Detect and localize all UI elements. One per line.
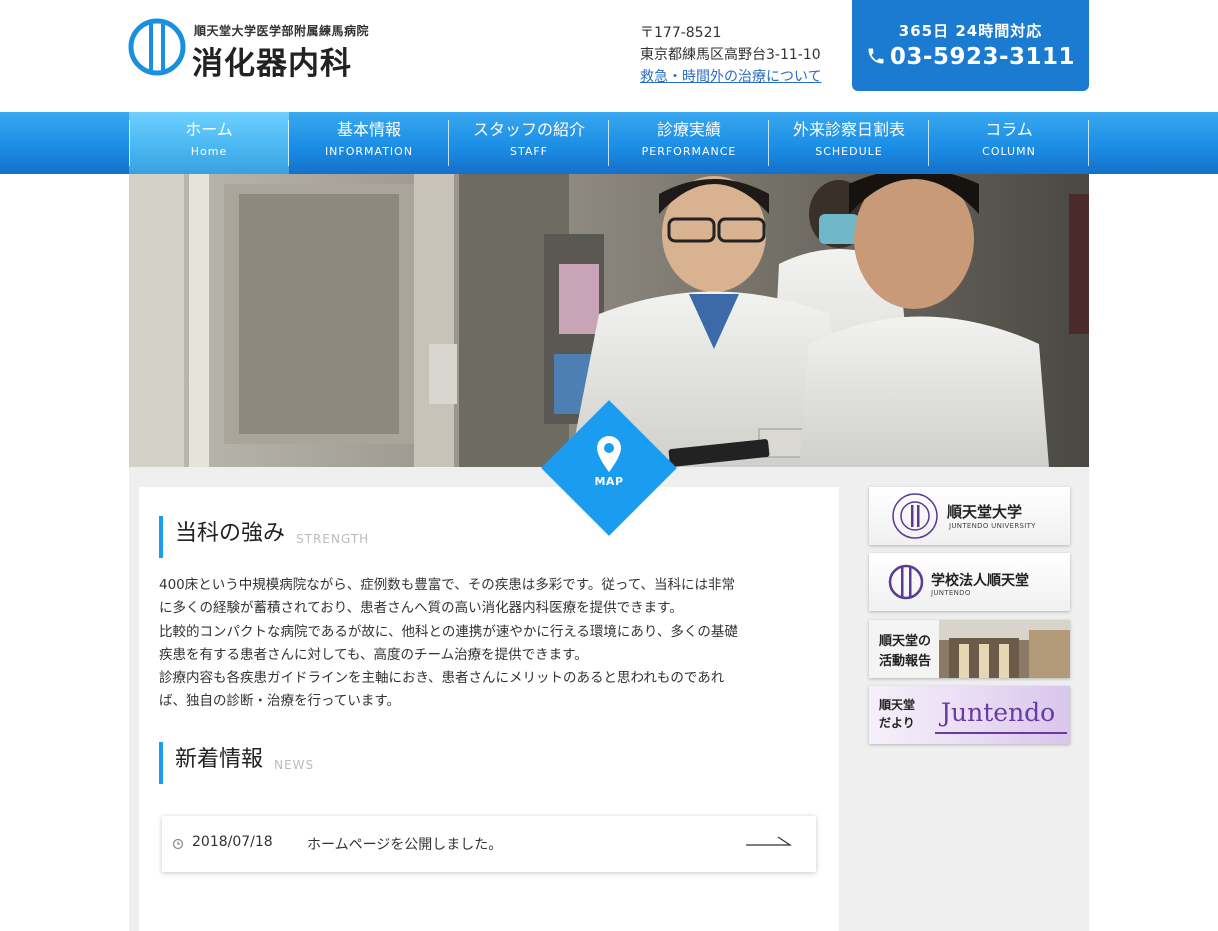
tel-number-row: 03-5923-3111: [852, 44, 1089, 70]
news-date: 2018/07/18: [192, 834, 273, 850]
wordmark-underline: [935, 732, 1067, 734]
nav-sublabel: Home: [190, 145, 228, 158]
banner-title-line1: 順天堂の: [879, 634, 932, 649]
street-address: 東京都練馬区高野台3-11-10: [640, 47, 821, 63]
banner-subtitle: JUNTENDO UNIVERSITY: [949, 522, 1036, 530]
news-heading: 新着情報 NEWS: [159, 742, 314, 784]
clock-icon: [172, 838, 184, 850]
banner-title-line2: だより: [879, 716, 915, 730]
strength-body: 400床という中規模病院ながら、症例数も豊富で、その疾患は多彩です。従って、当科…: [159, 574, 819, 714]
strength-line: に多くの経験が蓄積されており、患者さんへ質の高い消化器内科医療を提供できます。: [159, 600, 683, 617]
address-block: 〒177-8521 東京都練馬区高野台3-11-10 救急・時間外の治療について: [640, 22, 822, 88]
nav-item-column[interactable]: コラム COLUMN: [929, 112, 1089, 174]
nav-sublabel: INFORMATION: [324, 145, 414, 158]
nav-item-information[interactable]: 基本情報 INFORMATION: [289, 112, 449, 174]
nav-item-staff[interactable]: スタッフの紹介 STAFF: [449, 112, 609, 174]
juntendo-wordmark: Juntendo: [941, 698, 1056, 727]
postal-code: 〒177-8521: [640, 25, 722, 41]
banner-juntendo-school[interactable]: 学校法人順天堂 JUNTENDO: [869, 553, 1070, 611]
banner-title-line1: 順天堂: [879, 698, 916, 712]
nav-item-schedule[interactable]: 外来診察日割表 SCHEDULE: [769, 112, 929, 174]
banner-title-line2: 活動報告: [879, 654, 932, 669]
map-pin-icon: [597, 436, 621, 472]
nav-label: 基本情報: [336, 120, 401, 139]
tel-number: 03-5923-3111: [889, 44, 1076, 70]
banner-title: 順天堂大学: [947, 503, 1023, 521]
news-subtitle: NEWS: [274, 757, 315, 772]
map-text: MAP: [594, 475, 624, 488]
nav-sublabel: SCHEDULE: [815, 145, 883, 158]
banner-juntendo-dayori[interactable]: 順天堂 だより Juntendo: [869, 686, 1070, 744]
nav-label: コラム: [985, 120, 1033, 139]
tel-hours: 365日 24時間対応: [898, 22, 1043, 40]
nav-label: スタッフの紹介: [472, 120, 585, 139]
juntendo-university-seal-icon: [892, 493, 938, 539]
banner-juntendo-university[interactable]: 順天堂大学 JUNTENDO UNIVERSITY: [869, 487, 1070, 545]
strength-line: 比較的コンパクトな病院であるが故に、他科との連携が速やかに行える環境にあり、多く…: [159, 623, 738, 640]
nav-label: 外来診察日割表: [792, 120, 905, 139]
news-item[interactable]: 2018/07/18 ホームページを公開しました。: [162, 816, 816, 872]
strength-line: ば、独自の診断・治療を行っています。: [159, 693, 400, 710]
arrow-right-icon: [746, 836, 792, 846]
nav-sublabel: COLUMN: [982, 145, 1036, 158]
nav-label: 診療実績: [656, 120, 721, 139]
banner-subtitle: JUNTENDO: [931, 589, 971, 597]
department-logo-icon: [128, 18, 186, 76]
site-header: 順天堂大学医学部附属練馬病院 消化器内科 〒177-8521 東京都練馬区高野台…: [0, 0, 1218, 112]
banner-activity-report[interactable]: 順天堂の 活動報告: [869, 620, 1070, 678]
news-headline: ホームページを公開しました。: [307, 837, 503, 853]
nav-label: ホーム: [185, 120, 233, 139]
phone-icon: [868, 48, 884, 64]
map-label[interactable]: MAP: [584, 435, 634, 488]
news-title: 新着情報: [175, 747, 264, 772]
juntendo-logo-icon: [888, 564, 924, 600]
nav-sublabel: PERFORMANCE: [641, 145, 737, 158]
hospital-name: 順天堂大学医学部附属練馬病院: [194, 24, 370, 38]
nav-sublabel: STAFF: [509, 145, 549, 158]
strength-title: 当科の強み: [175, 521, 286, 546]
site-logo[interactable]: 順天堂大学医学部附属練馬病院 消化器内科: [128, 18, 388, 82]
emergency-link[interactable]: 救急・時間外の治療について: [640, 69, 822, 85]
strength-line: 疾患を有する患者さんに対しても、高度のチーム治療を提供できます。: [159, 646, 588, 663]
strength-line: 400床という中規模病院ながら、症例数も豊富で、その疾患は多彩です。従って、当科…: [159, 577, 736, 593]
global-nav: ホーム Home 基本情報 INFORMATION スタッフの紹介 STAFF …: [0, 112, 1218, 174]
tel-box[interactable]: 365日 24時間対応 03-5923-3111: [852, 0, 1089, 91]
strength-heading: 当科の強み STRENGTH: [159, 516, 369, 558]
nav-item-home[interactable]: ホーム Home: [129, 112, 289, 174]
nav-item-performance[interactable]: 診療実績 PERFORMANCE: [609, 112, 769, 174]
banner-title: 学校法人順天堂: [931, 573, 1029, 589]
strength-line: 診療内容も各疾患ガイドラインを主軸におき、患者さんにメリットのあると思われもので…: [159, 670, 725, 687]
strength-subtitle: STRENGTH: [296, 531, 370, 546]
department-name: 消化器内科: [192, 46, 352, 82]
building-photo: [939, 620, 1070, 678]
